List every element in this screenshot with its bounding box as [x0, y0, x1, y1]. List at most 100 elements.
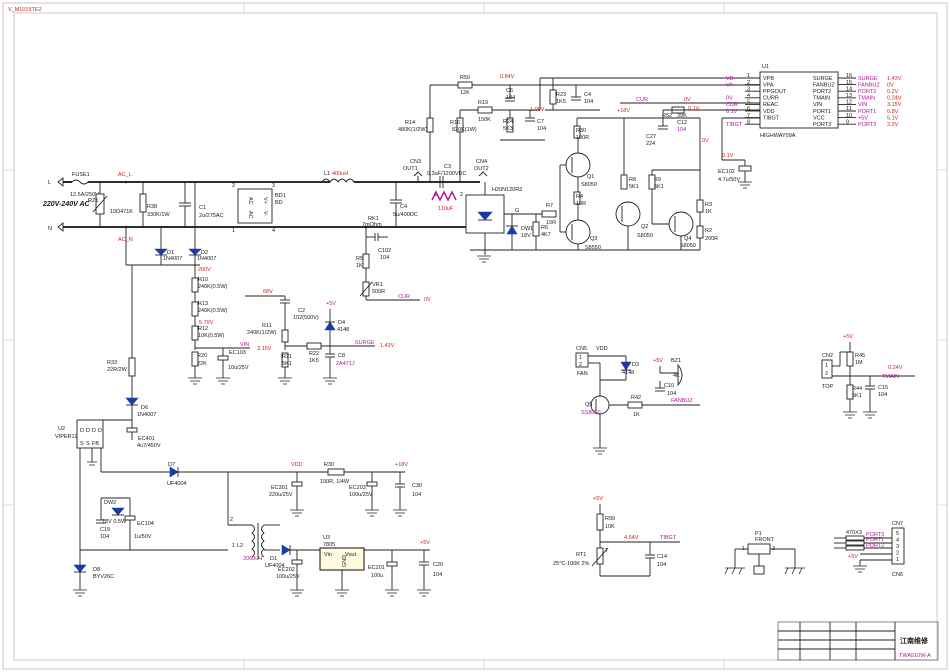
- rt1-thermistor: [596, 547, 604, 565]
- front-connector: P1 FRONT 13 CN7 54321 470X3 PORT3 PORT1 …: [724, 521, 905, 578]
- c30-value: 104: [412, 492, 421, 498]
- q2-label: Q2: [641, 224, 648, 230]
- r13-label: R13: [198, 301, 208, 307]
- r24-label: R24: [503, 119, 513, 125]
- c1-label: C1: [199, 205, 206, 211]
- r11-value: 240K(1/2W): [247, 330, 277, 336]
- cn7-pin-number: 4: [896, 538, 899, 544]
- r99-value: 10K: [605, 524, 615, 530]
- d1-diode: [154, 248, 168, 256]
- q3-label: Q3: [590, 236, 597, 242]
- dw1-value: 18V: [521, 233, 531, 239]
- p1-connector: [747, 543, 771, 555]
- c3-label: C3: [444, 164, 451, 170]
- cn6-label: CN6: [892, 572, 903, 578]
- u1-pin-left-name: TIBGT: [763, 115, 780, 121]
- dw2-zener: [111, 507, 125, 516]
- r14-label: R14: [405, 120, 415, 126]
- u1-pin-right-name: PORT3: [813, 122, 831, 128]
- cn4-out: OUT2: [474, 166, 489, 172]
- cn7-pin-number: 2: [896, 551, 899, 557]
- d1b-diode: [281, 544, 291, 556]
- tibgt-net: TIBGT: [660, 535, 677, 541]
- svg-text:S: S: [86, 441, 90, 447]
- u1-net-right-voltage: 0.8V: [887, 109, 899, 115]
- u1-pin-left-name: CURR: [763, 96, 779, 102]
- r23-label: R23: [556, 92, 566, 98]
- ec103-label: EC103: [229, 350, 246, 356]
- r30b-value: 100R, 1/4W: [320, 479, 350, 485]
- port2-net: PORT2: [866, 543, 884, 549]
- ec202-value: 100u/25V: [276, 574, 300, 580]
- plus5b-label: +5V: [420, 540, 430, 546]
- u1-pin-left-number: 6: [747, 106, 750, 112]
- v084-label: 0.84V: [500, 74, 515, 80]
- vdd-label: VDD: [291, 462, 303, 468]
- r50-label: R50: [460, 75, 470, 81]
- d4-value: 4148: [337, 327, 349, 333]
- q2-value: S8050: [637, 233, 653, 239]
- ec103-capacitor: [217, 355, 229, 361]
- r42-resistor: [627, 401, 643, 409]
- plus5-label: +5V: [326, 301, 336, 307]
- svg-text:D: D: [92, 428, 96, 434]
- r33-value: 22R/2W: [107, 367, 128, 373]
- r99-label: R99: [605, 516, 615, 522]
- r13-value: 240K(0.5W): [198, 308, 228, 314]
- u1-net-right-voltage: 0V: [887, 82, 894, 88]
- bz1-label: BZ1: [671, 358, 681, 364]
- r52-value: 39K: [677, 113, 687, 119]
- c4b-value: 104: [584, 99, 593, 105]
- c4b-label: C4: [584, 92, 591, 98]
- u1-net-right: TMAIN: [858, 96, 875, 102]
- cur-top-net: CUR: [636, 97, 648, 103]
- r10-label: R10: [198, 277, 208, 283]
- d3-value: 4148: [622, 370, 634, 376]
- r30-label: R30: [576, 128, 586, 134]
- d2-diode: [188, 248, 202, 256]
- u1-pin-left-number: 3: [747, 86, 750, 92]
- r20-label: R20: [197, 353, 207, 359]
- u1-pin-left-name: VDD: [763, 109, 775, 115]
- dw1-label: DW1: [521, 226, 533, 232]
- c27-label: C27: [646, 134, 656, 140]
- c20-value: 104: [433, 572, 442, 578]
- svg-text:T: T: [605, 548, 609, 554]
- top-label: TOP: [822, 384, 834, 390]
- u1-pin-right-number: 11: [846, 106, 852, 112]
- svg-text:D: D: [98, 428, 102, 434]
- svg-text:4: 4: [272, 228, 275, 234]
- r8-value: 5K1: [629, 184, 639, 190]
- u1-pin-right-name: VCC: [813, 115, 825, 121]
- c27-value: 224: [646, 141, 655, 147]
- q1-value: S8050: [581, 182, 597, 188]
- r45-value: 1M: [855, 360, 863, 366]
- d8-value: BYV26C: [93, 574, 114, 580]
- u1-pin-right-number: 12: [846, 100, 852, 106]
- l2-label: L2: [237, 543, 243, 549]
- r33-resistor: [128, 357, 136, 377]
- u1-pin-right-number: 16: [846, 73, 852, 79]
- surge-net: SURGE: [355, 340, 375, 346]
- rt1-label: RT1: [576, 552, 586, 558]
- v315-label: 3.15V: [257, 346, 272, 352]
- bd1-ac2: AC: [247, 211, 253, 219]
- bd1-vplus: V+: [262, 197, 268, 204]
- u1-pin-right-number: 14: [846, 86, 852, 92]
- bd1-value: BD: [275, 200, 283, 206]
- bd1-ac1: AC: [247, 197, 253, 205]
- u1-pin-right-number: 15: [846, 80, 852, 86]
- d4-diode: [324, 321, 336, 331]
- r4-value: 10R: [576, 201, 586, 207]
- cn7-pin-number: 5: [896, 531, 899, 537]
- c3-value: 0.3uF/1200VDC: [427, 171, 466, 177]
- u3-vin: Vin: [324, 552, 332, 558]
- c6-value: 104: [506, 95, 515, 101]
- u1-net-right-voltage: 3.15V: [887, 102, 902, 108]
- v109-label: 1.09V: [530, 107, 545, 113]
- ec103-value: 10u/25V: [228, 365, 249, 371]
- r8-label: R8: [629, 177, 636, 183]
- r38-resistor: [139, 193, 147, 213]
- u1-pin-right-number: 10: [846, 113, 852, 119]
- cn7-label: CN7: [892, 521, 903, 527]
